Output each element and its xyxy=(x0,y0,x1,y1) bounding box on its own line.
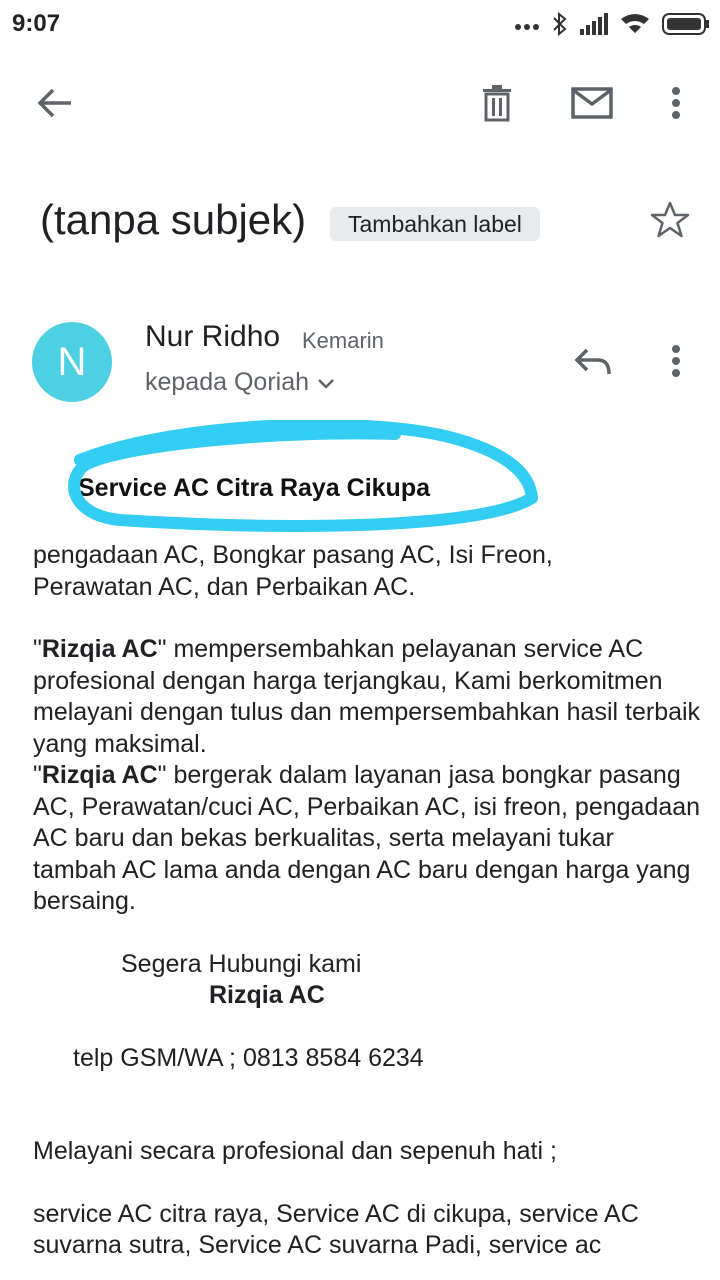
recipient-text: kepada Qoriah xyxy=(145,368,310,396)
recipient-details-toggle[interactable]: kepada Qoriah xyxy=(145,368,335,397)
email-body: pengadaan AC, Bongkar pasang AC, Isi Fre… xyxy=(33,540,703,1262)
body-line: Perawatan AC, dan Perbaikan AC. xyxy=(33,572,416,601)
status-icons xyxy=(514,11,710,41)
email-subject: (tanpa subjek) xyxy=(40,196,307,243)
delete-button[interactable] xyxy=(472,80,522,130)
brand-name: Rizqia AC xyxy=(41,635,158,663)
body-paragraph: "Rizqia AC" mempersembahkan pelayanan se… xyxy=(33,635,701,758)
star-icon xyxy=(650,201,690,244)
bluetooth-icon xyxy=(552,11,568,41)
service-line: Melayani secara profesional dan sepenuh … xyxy=(33,1137,557,1165)
reply-button[interactable] xyxy=(568,340,618,386)
highlight-scribble xyxy=(60,418,560,545)
star-button[interactable] xyxy=(650,200,690,245)
app-bar xyxy=(0,60,720,150)
battery-icon xyxy=(662,13,710,40)
more-vert-icon xyxy=(671,86,681,125)
service-tags: service AC citra raya, Service AC di cik… xyxy=(33,1199,639,1260)
status-time: 9:07 xyxy=(12,10,61,37)
arrow-back-icon xyxy=(37,87,73,124)
sender-avatar[interactable]: N xyxy=(32,322,112,402)
sender-name: Nur Ridho xyxy=(145,320,281,353)
more-notifications-icon xyxy=(514,18,540,36)
wifi-icon xyxy=(620,13,650,40)
body-paragraph: "Rizqia AC" bergerak dalam layanan jasa … xyxy=(33,761,701,915)
reply-icon xyxy=(574,347,612,380)
more-options-button[interactable] xyxy=(652,80,700,130)
trash-icon xyxy=(481,84,513,127)
status-bar: 9:07 xyxy=(0,0,720,52)
contact-brand: Rizqia AC xyxy=(209,981,325,1009)
contact-intro: Segera Hubungi kami xyxy=(121,949,362,978)
mark-unread-button[interactable] xyxy=(566,80,618,130)
more-vert-icon xyxy=(671,344,681,383)
email-date: Kemarin xyxy=(302,328,384,353)
signal-icon xyxy=(580,13,608,40)
contact-phone[interactable]: telp GSM/WA ; 0813 8584 6234 xyxy=(33,1043,703,1075)
mail-icon xyxy=(571,86,613,124)
back-button[interactable] xyxy=(30,80,80,130)
chevron-down-icon xyxy=(317,368,335,397)
message-more-options-button[interactable] xyxy=(652,340,700,386)
brand-name: Rizqia AC xyxy=(41,761,158,789)
add-label-chip[interactable]: Tambahkan label xyxy=(330,207,540,241)
